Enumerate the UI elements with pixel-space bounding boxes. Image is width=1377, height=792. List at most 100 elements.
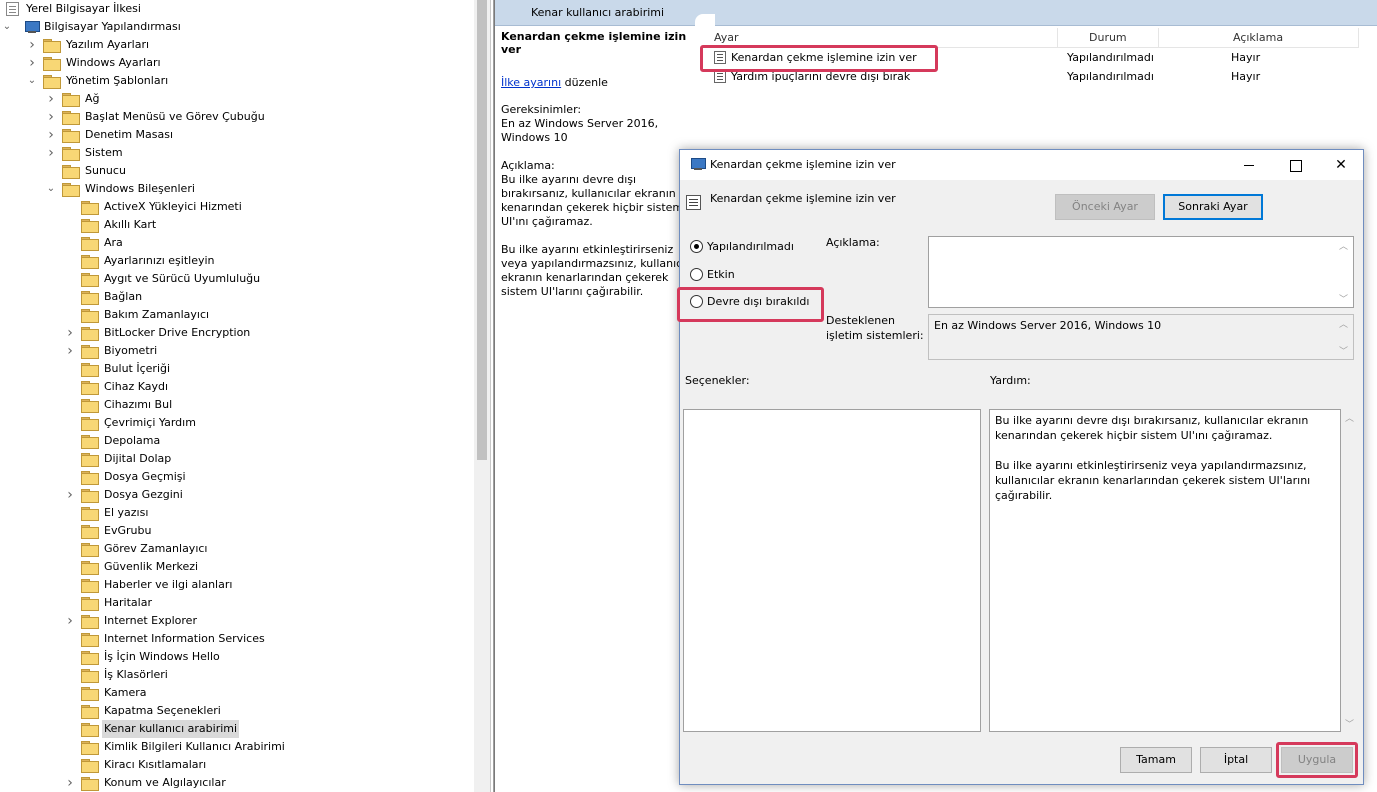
radio-label: Etkin (707, 268, 735, 281)
folder-icon (62, 183, 80, 197)
ok-button[interactable]: Tamam (1120, 747, 1192, 773)
help-scrollbar[interactable]: ︿ ﹀ (1344, 409, 1358, 732)
computer-icon (24, 21, 40, 33)
tree-item-label: Haritalar (104, 596, 152, 609)
radio-button[interactable] (690, 240, 703, 253)
description-panel: Kenardan çekme işlemine izin ver İlke ay… (501, 30, 701, 313)
tree-item-label: Başlat Menüsü ve Görev Çubuğu (85, 110, 265, 123)
column-separator[interactable] (1057, 28, 1058, 48)
folder-icon (81, 291, 99, 305)
tree-item-label: EvGrubu (104, 524, 152, 537)
radio-label: Yapılandırılmadı (707, 240, 794, 253)
folder-icon (81, 363, 99, 377)
folder-icon (81, 507, 99, 521)
tree-item-label: Bağlan (104, 290, 143, 303)
chevron-down-icon[interactable]: ⌄ (45, 180, 57, 198)
folder-icon (81, 597, 99, 611)
supported-os-field[interactable]: En az Windows Server 2016, Windows 10 ︿ ﹀ (928, 314, 1354, 360)
selected-setting-title: Kenardan çekme işlemine izin ver (501, 30, 687, 56)
folder-icon (81, 237, 99, 251)
chevron-right-icon[interactable]: › (45, 144, 57, 162)
scroll-up-icon[interactable]: ︿ (1339, 317, 1348, 330)
tree-scrollbar-thumb[interactable] (477, 0, 487, 460)
tree-scrollbar[interactable] (474, 0, 490, 792)
requirements-label: Gereksinimler: (501, 103, 582, 116)
folder-icon (81, 543, 99, 557)
scroll-down-icon[interactable]: ﹀ (1345, 717, 1354, 730)
column-header-state[interactable]: Durum (1089, 31, 1127, 44)
folder-icon (81, 579, 99, 593)
cancel-button[interactable]: İptal (1200, 747, 1272, 773)
help-paragraph-2: Bu ilke ayarını etkinleştirirseniz veya … (995, 459, 1311, 502)
folder-icon (81, 561, 99, 575)
minimize-icon[interactable] (1226, 150, 1272, 180)
chevron-right-icon[interactable]: › (45, 126, 57, 144)
folder-icon (81, 219, 99, 233)
tree-item-label: Yerel Bilgisayar İlkesi (26, 2, 141, 15)
close-icon[interactable]: ✕ (1318, 150, 1364, 180)
folder-icon (81, 471, 99, 485)
comment-scrollbar[interactable]: ︿ ﹀ (1339, 239, 1351, 305)
setting-state: Yapılandırılmadı (1067, 51, 1154, 64)
scroll-up-icon[interactable]: ︿ (1339, 239, 1348, 252)
folder-icon (81, 651, 99, 665)
tree-item-label: Ayarlarınızı eşitleyin (104, 254, 215, 267)
navigation-tree[interactable]: Yerel Bilgisayar İlkesi ⌄ Bilgisayar Yapıl… (0, 0, 474, 792)
tree-item-label: Dosya Gezgini (104, 488, 183, 501)
chevron-right-icon[interactable]: › (64, 324, 76, 342)
chevron-right-icon[interactable]: › (64, 486, 76, 504)
chevron-right-icon[interactable]: › (26, 36, 38, 54)
previous-setting-button[interactable]: Önceki Ayar (1055, 194, 1155, 220)
options-panel (683, 409, 981, 732)
tree-item-label: Ağ (85, 92, 100, 105)
edit-policy-suffix: düzenle (561, 76, 608, 89)
highlight-box (1276, 742, 1358, 778)
chevron-right-icon[interactable]: › (45, 108, 57, 126)
chevron-right-icon[interactable]: › (64, 774, 76, 792)
column-header-comment[interactable]: Açıklama (1233, 31, 1283, 44)
edit-policy-line: İlke ayarını düzenle (501, 76, 701, 89)
scroll-down-icon[interactable]: ﹀ (1339, 344, 1348, 357)
supported-scrollbar[interactable]: ︿ ﹀ (1339, 317, 1351, 357)
edit-policy-link[interactable]: İlke ayarını (501, 76, 561, 89)
tree-item-label: İş İçin Windows Hello (104, 650, 220, 663)
column-header-setting[interactable]: Ayar (714, 31, 739, 44)
help-panel[interactable]: Bu ilke ayarını devre dışı bırakırsanız,… (989, 409, 1341, 732)
tree-item-label: Dosya Geçmişi (104, 470, 186, 483)
comment-field[interactable]: ︿ ﹀ (928, 236, 1354, 308)
chevron-right-icon[interactable]: › (64, 342, 76, 360)
maximize-icon[interactable] (1272, 150, 1318, 180)
tree-item-label: Çevrimiçi Yardım (104, 416, 196, 429)
tree-item-label: Kamera (104, 686, 147, 699)
tree-item-label: Dijital Dolap (104, 452, 172, 465)
scroll-down-icon[interactable]: ﹀ (1339, 292, 1348, 305)
column-separator[interactable] (1158, 28, 1159, 48)
description-label: Açıklama: (501, 159, 555, 172)
setting-state: Yapılandırılmadı (1067, 70, 1154, 83)
description-text-2: Bu ilke ayarını etkinleştirirseniz veya … (501, 243, 700, 298)
tree-item-label: Aygıt ve Sürücü Uyumluluğu (104, 272, 261, 285)
folder-icon (81, 777, 99, 791)
folder-icon (62, 93, 80, 107)
next-setting-button[interactable]: Sonraki Ayar (1163, 194, 1263, 220)
tree-item-label: Cihaz Kaydı (104, 380, 169, 393)
tree-item-label: Sunucu (85, 164, 126, 177)
scroll-up-icon[interactable]: ︿ (1345, 411, 1354, 424)
dialog-titlebar[interactable]: Kenardan çekme işlemine izin ver ✕ (680, 150, 1363, 180)
chevron-right-icon[interactable]: › (26, 54, 38, 72)
chevron-down-icon[interactable]: ⌄ (26, 72, 38, 90)
folder-icon (81, 327, 99, 341)
folder-icon (81, 669, 99, 683)
column-separator[interactable] (1358, 28, 1359, 48)
tree-item-label: Kimlik Bilgileri Kullanıcı Arabirimi (104, 740, 285, 753)
chevron-down-icon[interactable]: ⌄ (1, 18, 13, 36)
folder-icon (62, 111, 80, 125)
policy-doc-icon (6, 2, 19, 16)
tree-item-label: Ara (104, 236, 123, 249)
radio-button[interactable] (690, 268, 703, 281)
tree-item-label: BitLocker Drive Encryption (104, 326, 251, 339)
chevron-right-icon[interactable]: › (45, 90, 57, 108)
tree-item-label: Windows Ayarları (66, 56, 161, 69)
chevron-right-icon[interactable]: › (64, 612, 76, 630)
folder-icon (43, 39, 61, 53)
